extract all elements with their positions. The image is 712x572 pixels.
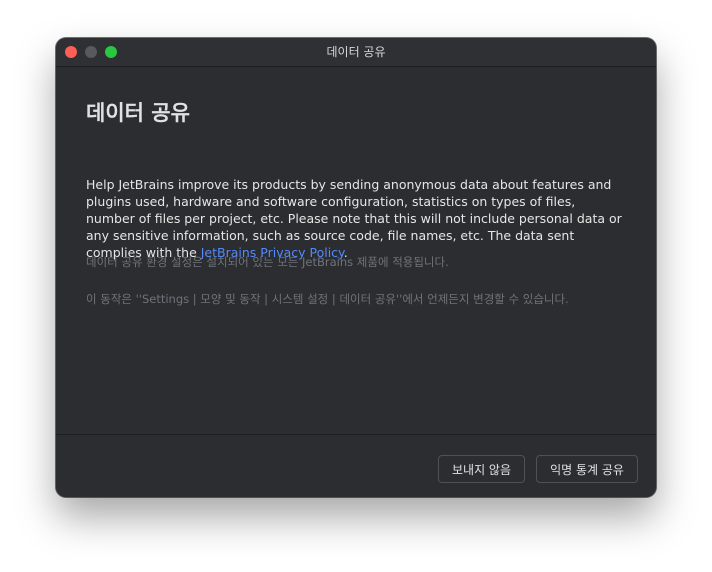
title-bar[interactable]: 데이터 공유: [56, 38, 656, 67]
data-sharing-window: 데이터 공유 데이터 공유 Help JetBrains improve its…: [56, 38, 656, 497]
all-products-note: 데이터 공유 환경 설정은 설치되어 있는 모든 JetBrains 제품에 적…: [86, 255, 449, 269]
dont-send-button[interactable]: 보내지 않음: [438, 455, 525, 483]
description-text: Help JetBrains improve its products by s…: [86, 177, 622, 260]
settings-location-note: 이 동작은 ''Settings | 모양 및 동작 | 시스템 설정 | 데이…: [86, 292, 569, 306]
dialog-description: Help JetBrains improve its products by s…: [86, 176, 626, 261]
dialog-content: 데이터 공유 Help JetBrains improve its produc…: [56, 67, 656, 435]
share-anonymous-stats-button[interactable]: 익명 통계 공유: [536, 455, 638, 483]
dialog-heading: 데이터 공유: [86, 101, 190, 125]
dialog-footer: 보내지 않음 익명 통계 공유: [56, 434, 656, 497]
window-title: 데이터 공유: [326, 45, 386, 59]
